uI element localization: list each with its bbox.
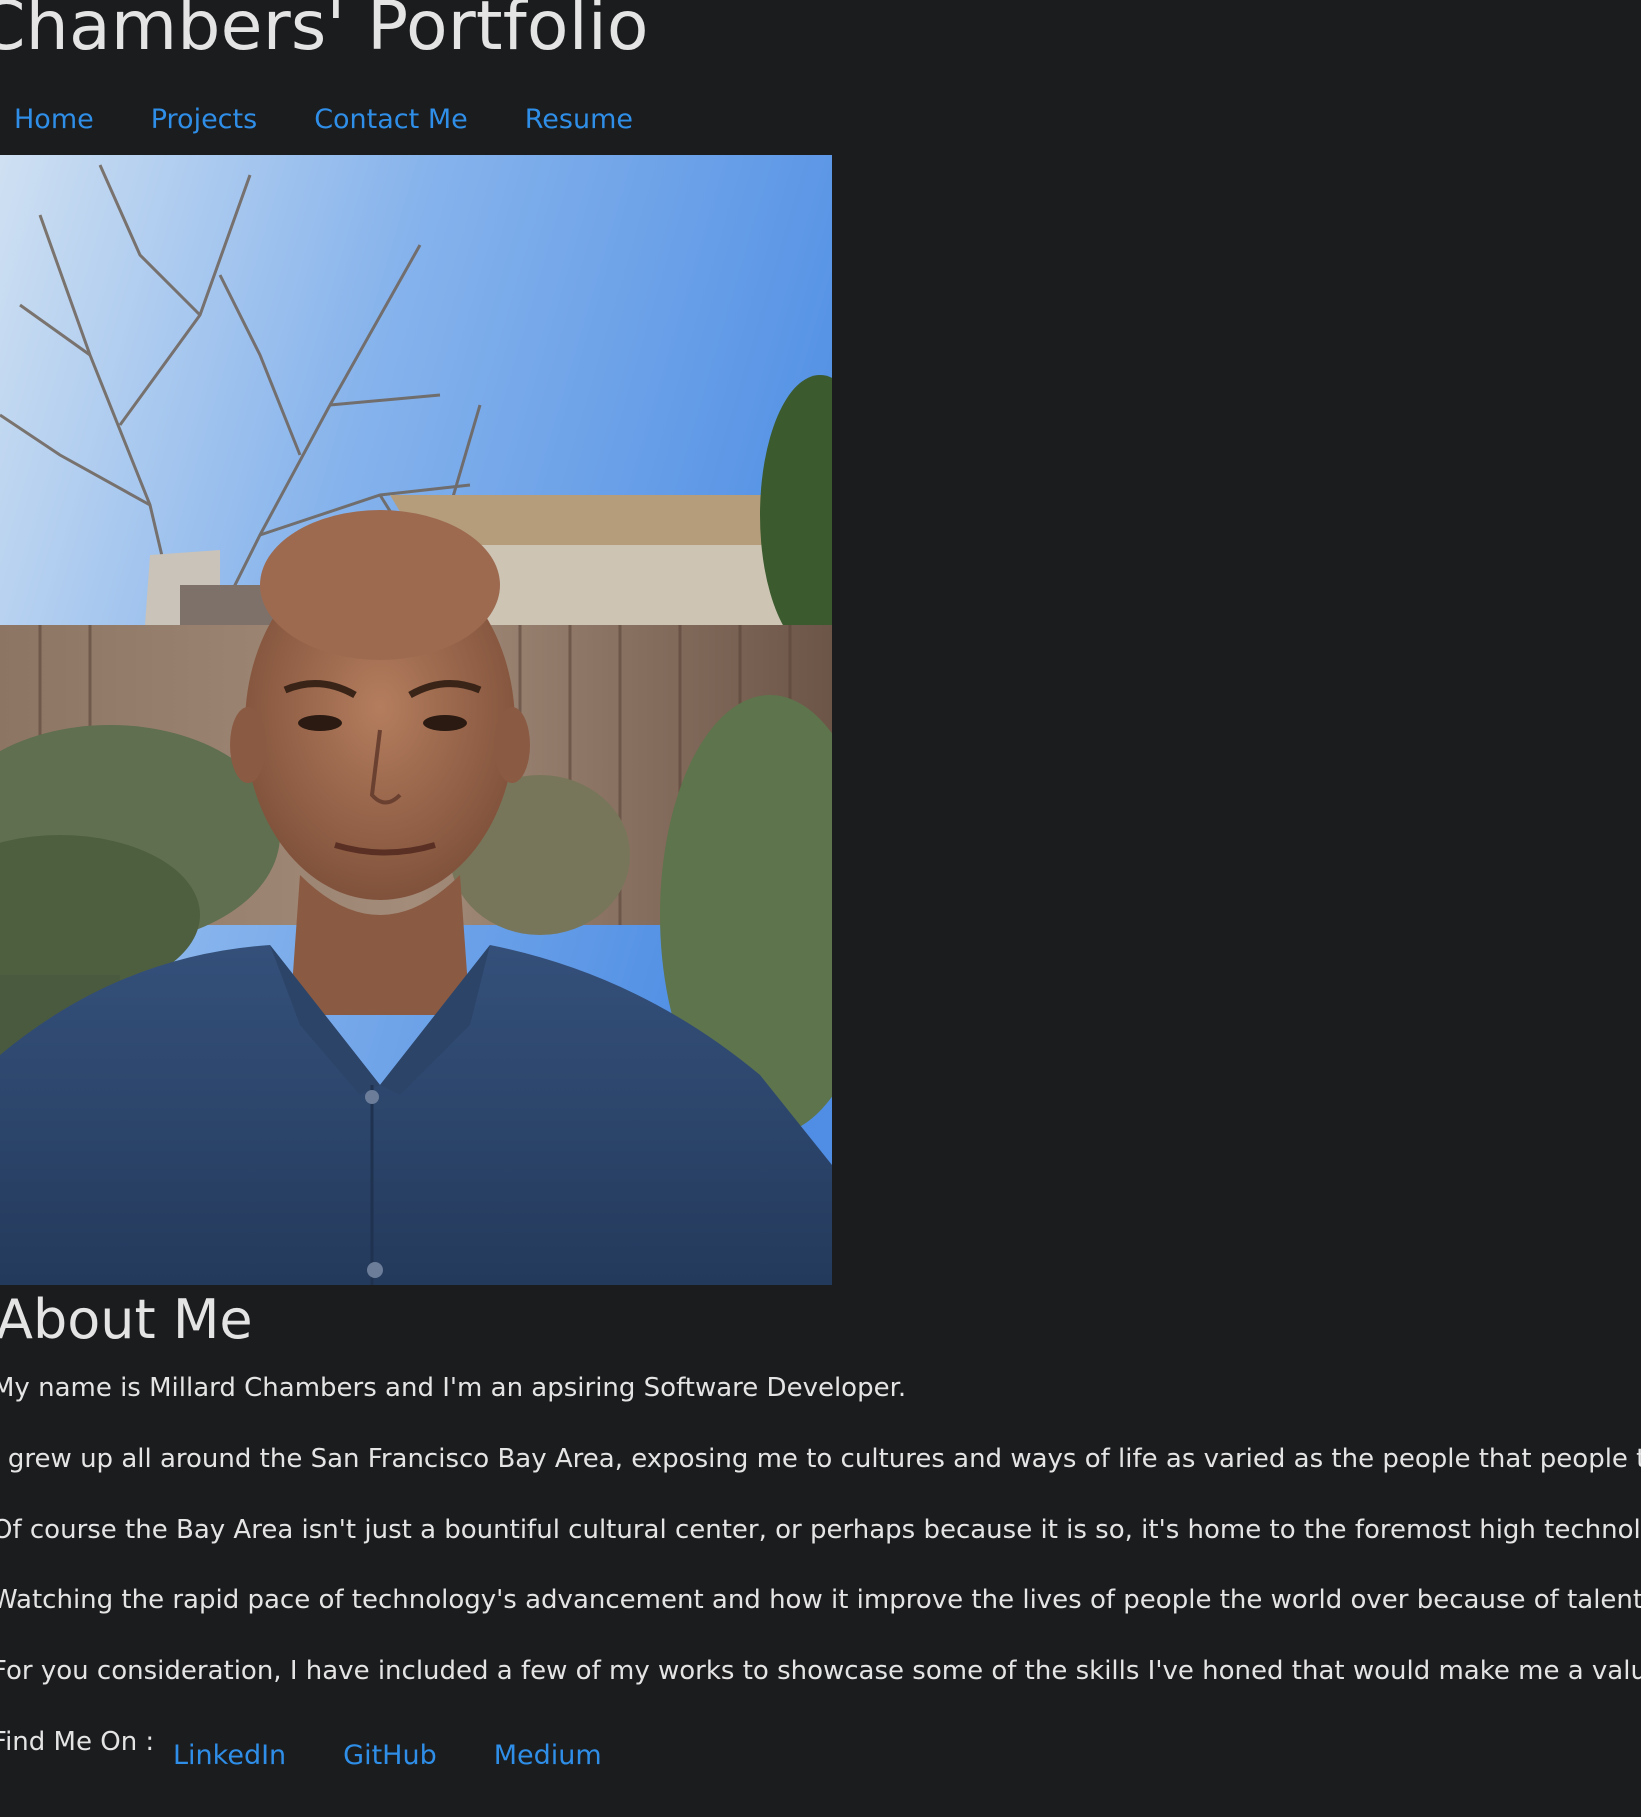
about-heading: About Me (0, 1288, 253, 1351)
about-paragraph: Watching the rapid pace of technology's … (0, 1585, 1641, 1615)
nav-projects-link[interactable]: Projects (151, 104, 257, 135)
about-paragraph: Of course the Bay Area isn't just a boun… (0, 1515, 1641, 1545)
about-paragraph: My name is Millard Chambers and I'm an a… (0, 1373, 907, 1403)
social-links: LinkedIn GitHub Medium (173, 1740, 602, 1771)
find-me-label: Find Me On : (0, 1727, 155, 1757)
main-nav: Home Projects Contact Me Resume (14, 104, 633, 135)
medium-link[interactable]: Medium (494, 1740, 602, 1771)
profile-photo (0, 155, 832, 1285)
github-link[interactable]: GitHub (343, 1740, 437, 1771)
nav-resume-link[interactable]: Resume (525, 104, 633, 135)
nav-contact-link[interactable]: Contact Me (314, 104, 468, 135)
about-paragraph: I grew up all around the San Francisco B… (0, 1444, 1641, 1474)
about-paragraph: For you consideration, I have included a… (0, 1656, 1641, 1686)
nav-home-link[interactable]: Home (14, 104, 94, 135)
page-title: Chambers' Portfolio (0, 0, 649, 66)
linkedin-link[interactable]: LinkedIn (173, 1740, 286, 1771)
